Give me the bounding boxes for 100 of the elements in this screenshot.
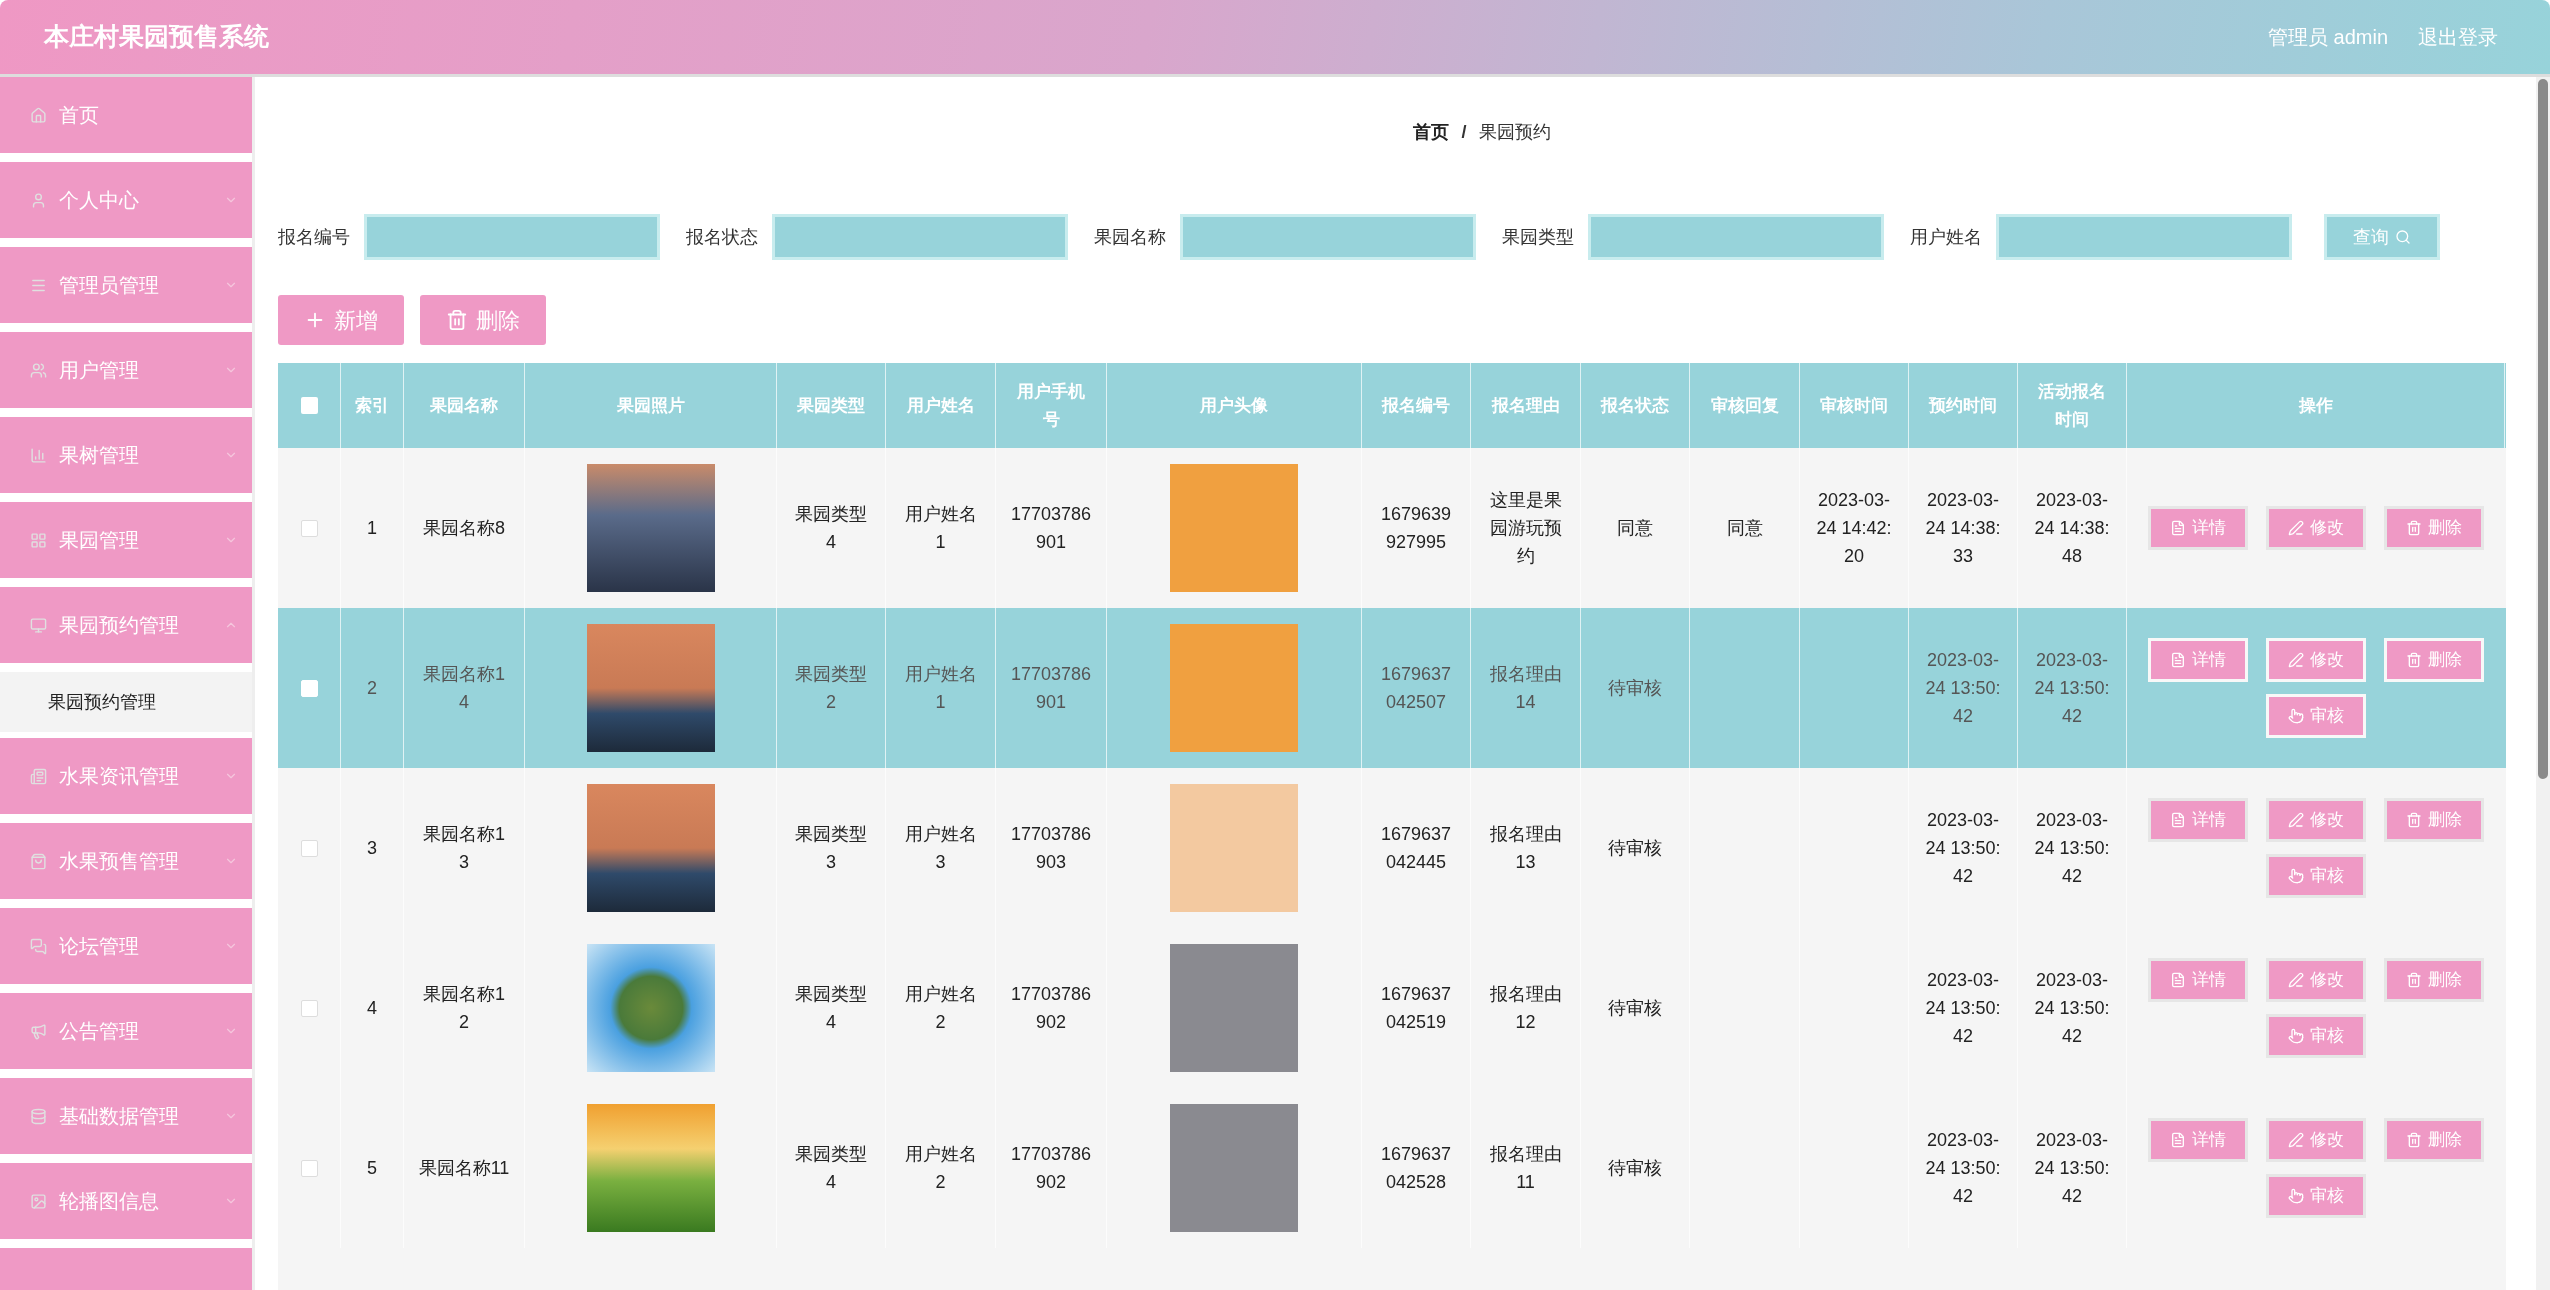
table-row[interactable]: 1 果园名称8 果园类型4 用户姓名1 17703786901 1679639927995 这里是果园游玩预约 同意 同意 2023-03-24 14:42:20 2023-03-24 14:38:33 2023-03-24 14:38:48 详情 修改 删除	[278, 448, 2506, 608]
sidebar-menu-item[interactable]: 水果资讯管理	[0, 738, 252, 817]
table-row[interactable]: 5 果园名称11 果园类型4 用户姓名2 17703786902 1679637042528 报名理由11 待审核 2023-03-24 13:50:42 2023-03-24 13:50:42 详情 修改 删除 审核	[278, 1088, 2506, 1248]
column-header: 报名编号	[1382, 394, 1450, 417]
search-field-label: 果园类型	[1502, 225, 1574, 249]
home-icon	[30, 106, 47, 124]
delete-button[interactable]: 删除	[420, 295, 546, 345]
table-row[interactable]: 3 果园名称13 果园类型3 用户姓名3 17703786903 1679637042445 报名理由13 待审核 2023-03-24 13:50:42 2023-03-24 13:50:42 详情 修改 删除 审核	[278, 768, 2506, 928]
sidebar-submenu-item[interactable]: 果园预约管理	[0, 672, 252, 732]
table-cell-text: 待审核	[1608, 677, 1662, 700]
action-button[interactable]: 修改	[2266, 1118, 2366, 1162]
row-checkbox[interactable]	[300, 519, 318, 537]
row-checkbox[interactable]	[300, 1159, 318, 1177]
action-button[interactable]: 删除	[2384, 506, 2484, 550]
table-cell-text: 待审核	[1608, 997, 1662, 1020]
table-row[interactable]: 4 果园名称12 果园类型4 用户姓名2 17703786902 1679637042519 报名理由12 待审核 2023-03-24 13:50:42 2023-03-24 13:50:42 详情 修改 删除 审核	[278, 928, 2506, 1088]
action-button[interactable]: 删除	[2384, 958, 2484, 1002]
action-button[interactable]: 审核	[2266, 854, 2366, 898]
sidebar-menu-item[interactable]: 果园管理	[0, 502, 252, 581]
column-header: 审核时间	[1820, 394, 1888, 417]
table-cell-text: 2023-03-24 14:38:48	[2033, 489, 2111, 568]
table-cell-text: 2023-03-24 13:50:42	[1924, 809, 2002, 888]
action-button[interactable]: 修改	[2266, 958, 2366, 1002]
hand-pointer-icon	[2288, 708, 2304, 724]
search-field[interactable]	[1180, 214, 1476, 260]
column-header: 活动报名时间	[2037, 380, 2107, 431]
row-checkbox[interactable]	[300, 999, 318, 1017]
hand-pointer-icon	[2288, 868, 2304, 884]
trash-icon	[2406, 812, 2422, 828]
table-cell-text: 用户姓名3	[903, 823, 978, 874]
column-header: 用户姓名	[906, 394, 975, 417]
action-button[interactable]: 详情	[2148, 506, 2248, 550]
action-button[interactable]: 详情	[2148, 638, 2248, 682]
table-cell-text: 2023-03-24 13:50:42	[2033, 649, 2111, 728]
sidebar-menu-item[interactable]: 果树管理	[0, 417, 252, 496]
search-field[interactable]	[772, 214, 1068, 260]
pencil-icon	[2288, 1132, 2304, 1148]
select-all-checkbox[interactable]	[300, 397, 318, 414]
row-checkbox[interactable]	[300, 839, 318, 857]
sidebar-menu-item[interactable]: 个人中心	[0, 162, 252, 241]
table-cell-text: 果园名称11	[418, 1157, 510, 1180]
action-button[interactable]: 详情	[2148, 958, 2248, 1002]
column-header: 报名理由	[1491, 394, 1560, 417]
table-row[interactable]: 2 果园名称14 果园类型2 用户姓名1 17703786901 1679637042507 报名理由14 待审核 2023-03-24 13:50:42 2023-03-24 13:50:42 详情 修改 删除 审核	[278, 608, 2506, 768]
action-button[interactable]: 详情	[2148, 1118, 2248, 1162]
action-button[interactable]: 审核	[2266, 1174, 2366, 1218]
action-button[interactable]: 删除	[2384, 1118, 2484, 1162]
table-cell-text: 果园名称8	[423, 517, 505, 540]
bag-icon	[30, 852, 47, 870]
search-field[interactable]	[1588, 214, 1884, 260]
table-cell-text: 2023-03-24 13:50:42	[2033, 1129, 2111, 1208]
action-button[interactable]: 修改	[2266, 506, 2366, 550]
search-field[interactable]	[364, 214, 660, 260]
table-cell-text: 用户姓名2	[903, 983, 978, 1034]
pencil-icon	[2288, 520, 2304, 536]
add-button[interactable]: 新增	[278, 295, 404, 345]
search-field[interactable]	[1996, 214, 2292, 260]
breadcrumb-link[interactable]: 首页	[1413, 118, 1450, 146]
action-button[interactable]: 修改	[2266, 638, 2366, 682]
table-cell-text: 1679637042519	[1379, 983, 1453, 1034]
sidebar-menu-item[interactable]: 水果预售管理	[0, 823, 252, 902]
table-cell-text: 果园类型4	[794, 983, 868, 1034]
action-button[interactable]: 详情	[2148, 798, 2248, 842]
hand-pointer-icon	[2288, 1028, 2304, 1044]
sidebar-menu-item[interactable]: 轮播图信息	[0, 1163, 252, 1242]
table-cell-text: 2023-03-24 13:50:42	[1924, 649, 2002, 728]
table-cell-text: 待审核	[1608, 1157, 1662, 1180]
trash-icon	[446, 309, 468, 331]
search-button[interactable]: 查询	[2324, 214, 2440, 260]
search-field-label: 报名编号	[278, 225, 350, 249]
column-header: 预约时间	[1929, 394, 1997, 417]
column-header: 果园类型	[797, 394, 865, 417]
sidebar-menu-item[interactable]: 首页	[0, 77, 252, 156]
table-cell-text: 2	[367, 677, 377, 700]
table-cell-text: 用户姓名1	[903, 503, 978, 554]
table-cell-text: 报名理由11	[1488, 1143, 1563, 1194]
action-button[interactable]: 审核	[2266, 1014, 2366, 1058]
table-cell-text: 待审核	[1608, 837, 1662, 860]
newspaper-icon	[30, 767, 47, 785]
table-cell-text: 2023-03-24 14:38:33	[1924, 489, 2002, 568]
sidebar-menu-item[interactable]: 果园预约管理	[0, 587, 252, 666]
table-cell-text: 17703786902	[1010, 983, 1092, 1034]
action-button[interactable]: 删除	[2384, 798, 2484, 842]
sidebar-menu-item[interactable]: 基础数据管理	[0, 1078, 252, 1157]
table-cell-text: 2023-03-24 13:50:42	[2033, 969, 2111, 1048]
table-cell-text: 17703786901	[1010, 503, 1092, 554]
action-button[interactable]: 审核	[2266, 694, 2366, 738]
breadcrumb-separator: /	[1461, 120, 1467, 144]
breadcrumb-link[interactable]: 果园预约	[1478, 118, 1551, 146]
sidebar-menu-item[interactable]: 论坛管理	[0, 908, 252, 987]
sidebar-menu-item[interactable]: 用户管理	[0, 332, 252, 411]
scrollbar-thumb[interactable]	[2538, 79, 2548, 779]
action-button[interactable]: 修改	[2266, 798, 2366, 842]
action-button[interactable]: 删除	[2384, 638, 2484, 682]
sidebar-menu-item[interactable]: 公告管理	[0, 993, 252, 1072]
sidebar-menu-item[interactable]: 管理员管理	[0, 247, 252, 326]
table-cell-text: 报名理由12	[1488, 983, 1563, 1034]
table-cell-text: 这里是果园游玩预约	[1488, 489, 1563, 568]
table-cell-text: 17703786902	[1010, 1143, 1092, 1194]
logout-link[interactable]: 退出登录	[2418, 22, 2498, 52]
